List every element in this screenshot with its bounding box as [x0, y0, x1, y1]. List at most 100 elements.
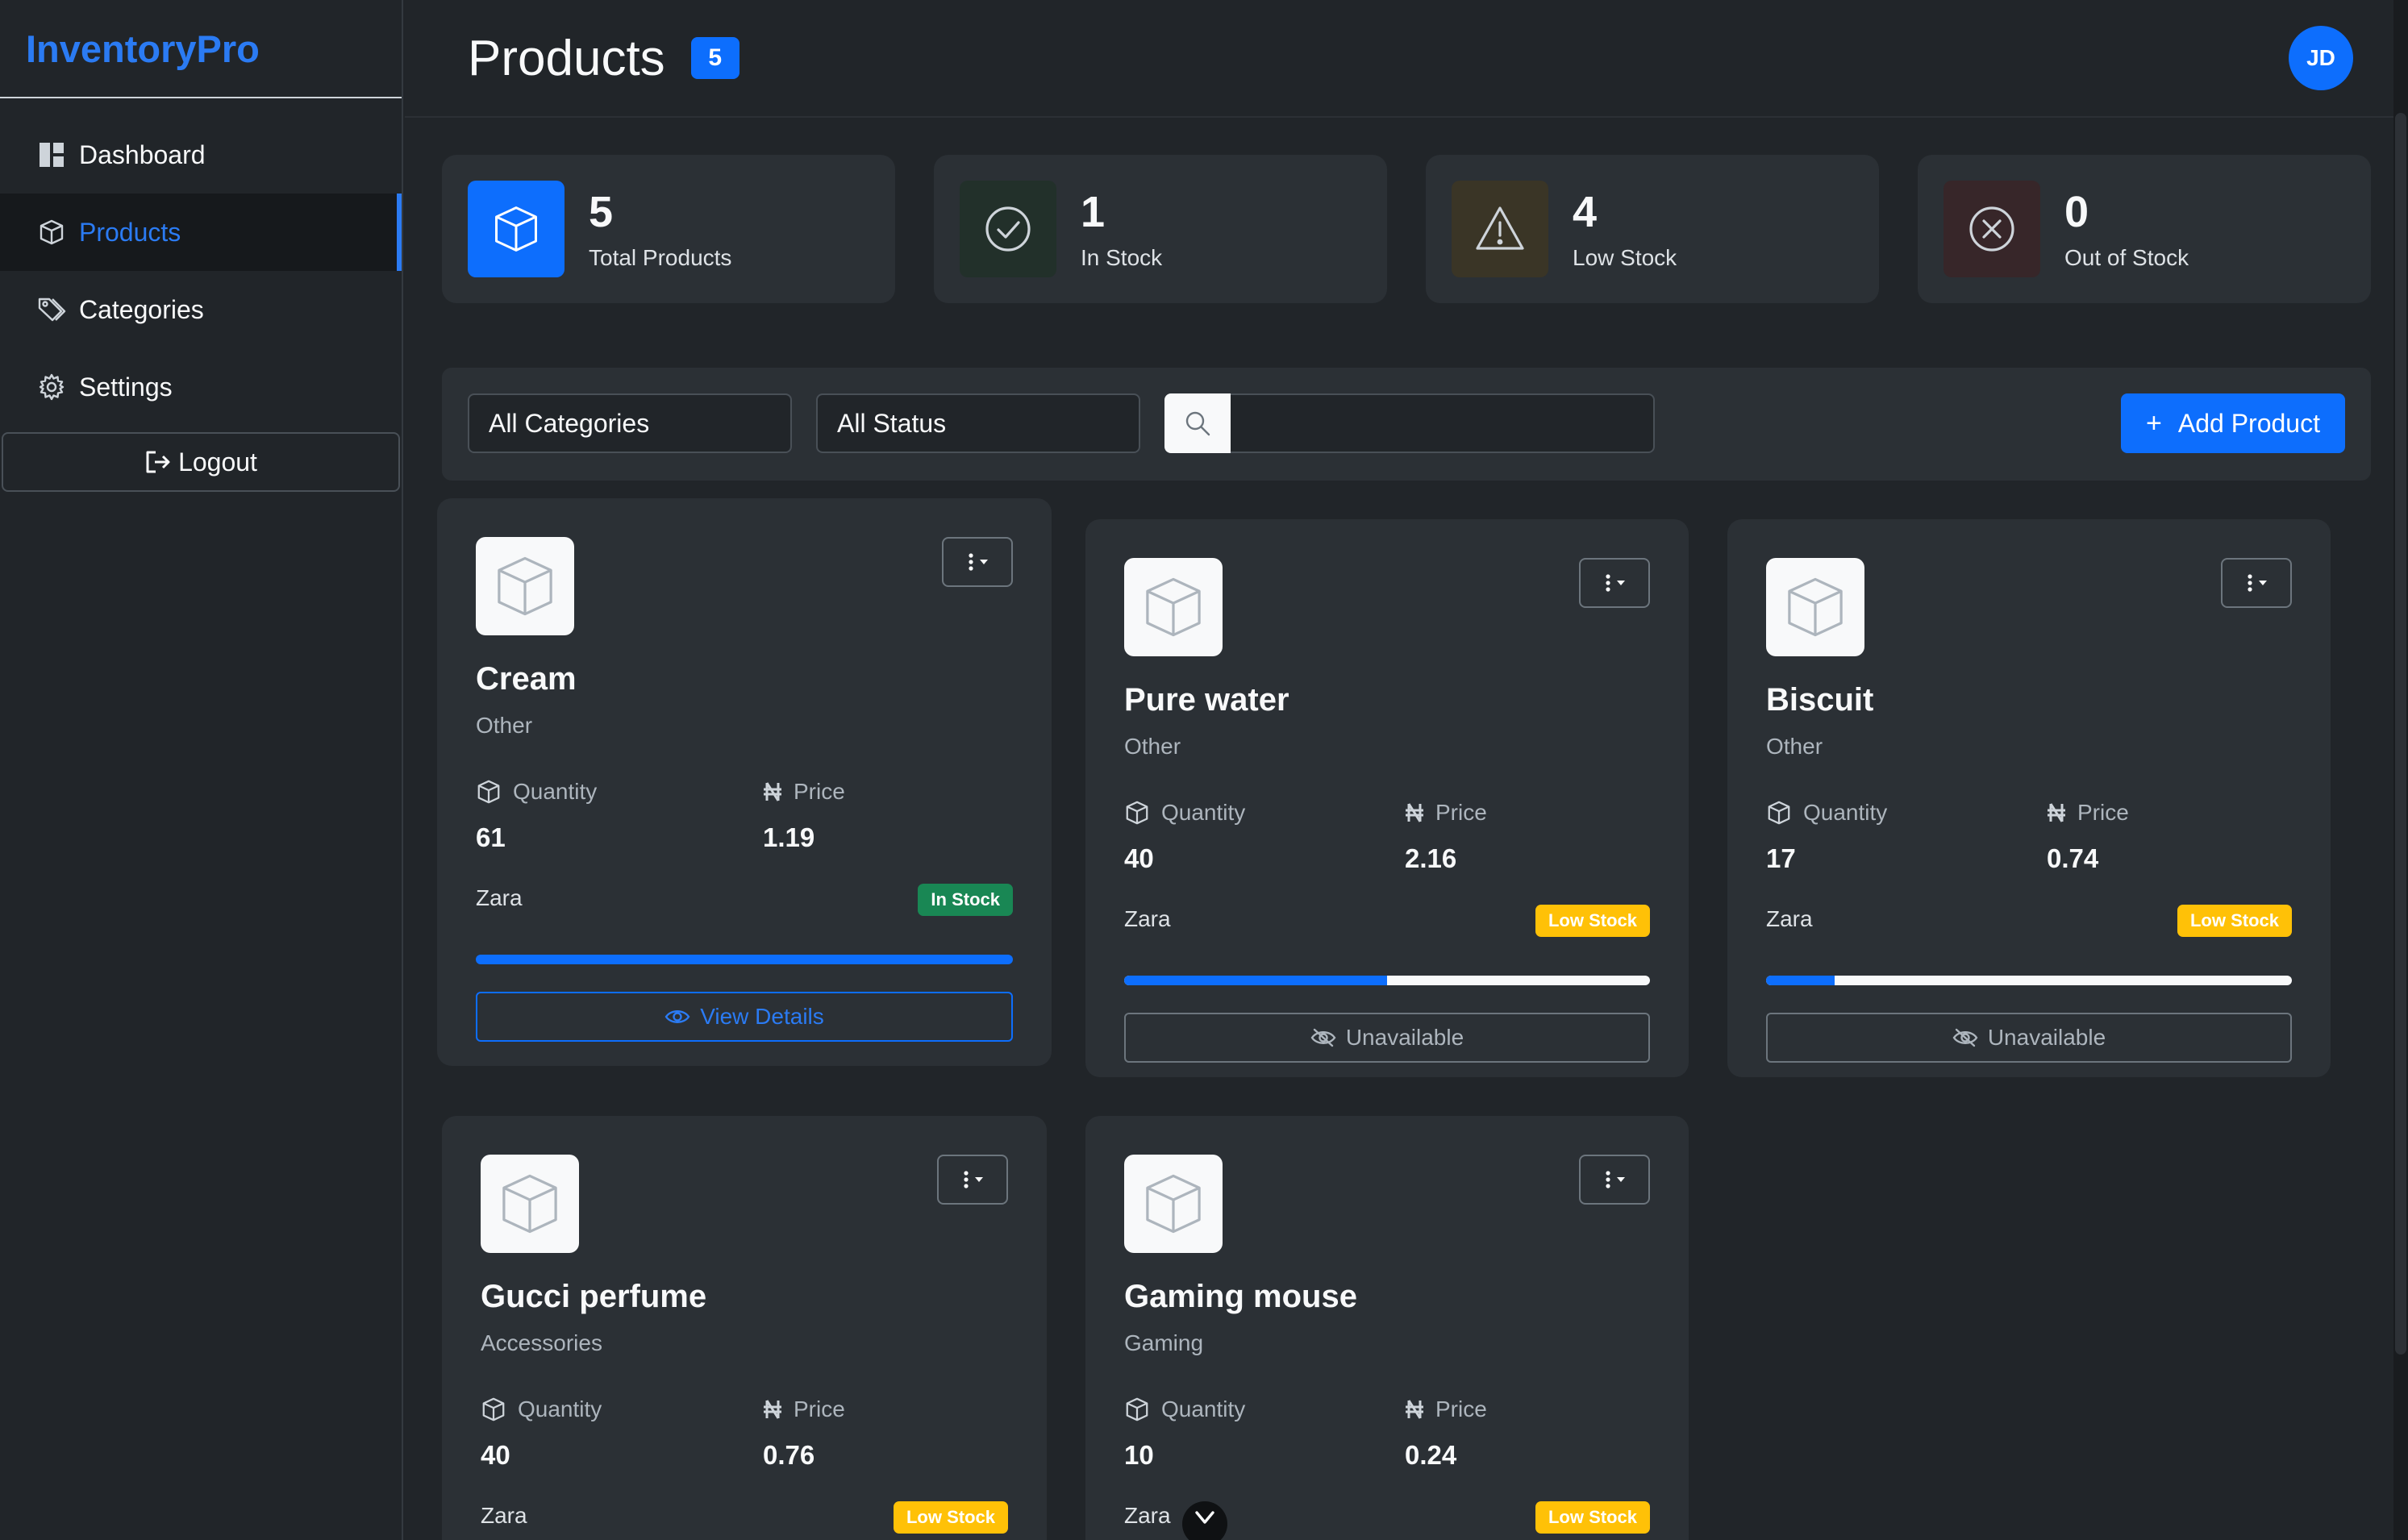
- stock-progress-fill: [1124, 976, 1387, 985]
- price-label-text: Price: [1435, 800, 1487, 825]
- avatar[interactable]: JD: [2289, 26, 2353, 90]
- category-select[interactable]: All Categories: [468, 393, 792, 453]
- search-button[interactable]: [1164, 393, 1231, 453]
- sidebar-item-label: Settings: [79, 372, 173, 402]
- search-input[interactable]: [1231, 393, 1655, 453]
- x-circle-icon: [1943, 181, 2040, 277]
- chevron-down-icon: [1193, 1508, 1217, 1527]
- quantity-value: 10: [1124, 1440, 1154, 1470]
- unavailable-button[interactable]: Unavailable: [1124, 1013, 1650, 1063]
- product-menu-button[interactable]: [2221, 558, 2292, 608]
- quantity-label-text: Quantity: [1161, 1396, 1246, 1421]
- more-vertical-icon: [961, 552, 994, 572]
- more-vertical-icon: [2240, 573, 2273, 593]
- status-badge: Low Stock: [1535, 905, 1650, 937]
- sidebar-item-products[interactable]: Products: [0, 194, 402, 271]
- search-icon: [1184, 410, 1211, 437]
- product-card: Gaming mouse Gaming Quantity 10 Price 0.…: [1085, 1116, 1689, 1540]
- scroll-down-button[interactable]: [1182, 1501, 1227, 1540]
- page-header: Products 5 JD: [405, 0, 2408, 118]
- product-category: Other: [476, 713, 533, 738]
- product-name: Gucci perfume: [481, 1279, 707, 1314]
- price-value: 0.74: [2047, 843, 2099, 873]
- dashboard-icon: [37, 140, 66, 169]
- add-product-label: Add Product: [2177, 408, 2320, 438]
- product-image: [1766, 558, 1864, 656]
- price-label-text: Price: [1435, 1396, 1487, 1421]
- price-label-text: Price: [2077, 800, 2129, 825]
- brand[interactable]: InventoryPro: [0, 0, 402, 98]
- sidebar-item-settings[interactable]: Settings: [0, 348, 402, 426]
- quantity-label-text: Quantity: [518, 1396, 602, 1421]
- quantity-label-text: Quantity: [1803, 800, 1888, 825]
- price-label: Price: [763, 779, 845, 805]
- status-select[interactable]: All Status: [816, 393, 1140, 453]
- product-category: Gaming: [1124, 1330, 1204, 1355]
- stat-value: 0: [2064, 188, 2089, 236]
- status-badge: Low Stock: [2177, 905, 2292, 937]
- brand-name: InventoryPro: [26, 27, 260, 70]
- sidebar-item-categories[interactable]: Categories: [0, 271, 402, 348]
- product-supplier: Zara: [476, 885, 523, 910]
- eye-slash-icon: [1310, 1028, 1336, 1047]
- product-menu-button[interactable]: [937, 1155, 1008, 1205]
- product-card: Pure water Other Quantity 40 Price 2.16 …: [1085, 519, 1689, 1077]
- check-circle-icon: [960, 181, 1056, 277]
- product-supplier: Zara: [1766, 906, 1813, 931]
- price-value: 2.16: [1405, 843, 1457, 873]
- logout-button[interactable]: Logout: [2, 432, 400, 492]
- price-label: Price: [763, 1396, 845, 1422]
- stat-card-out-of-stock: 0 Out of Stock: [1918, 155, 2371, 303]
- filter-bar: All Categories All Status + Add Product: [442, 368, 2371, 481]
- box-icon: [468, 181, 565, 277]
- stat-card-total: 5 Total Products: [442, 155, 895, 303]
- quantity-label: Quantity: [1766, 800, 1887, 826]
- product-supplier: Zara: [1124, 1503, 1171, 1528]
- stat-label: Out of Stock: [2064, 245, 2189, 270]
- box-icon: [1766, 800, 1792, 826]
- product-image: [1124, 558, 1223, 656]
- eye-icon: [664, 1008, 690, 1026]
- logout-icon: [144, 450, 172, 474]
- product-image: [1124, 1155, 1223, 1253]
- price-label: Price: [1405, 800, 1487, 826]
- product-menu-button[interactable]: [1579, 1155, 1650, 1205]
- warning-icon: [1452, 181, 1548, 277]
- product-card: Cream Other Quantity 61 Price 1.19 Zara …: [437, 498, 1052, 1066]
- eye-slash-icon: [1952, 1028, 1978, 1047]
- view-details-button[interactable]: View Details: [476, 992, 1013, 1042]
- price-label-text: Price: [794, 779, 845, 804]
- price-value: 0.76: [763, 1440, 815, 1470]
- product-name: Biscuit: [1766, 682, 1874, 718]
- quantity-value: 40: [1124, 843, 1154, 873]
- product-category: Other: [1124, 734, 1181, 759]
- price-label: Price: [1405, 1396, 1487, 1422]
- product-category: Accessories: [481, 1330, 602, 1355]
- sidebar-item-label: Products: [79, 217, 181, 247]
- status-badge: Low Stock: [1535, 1501, 1650, 1534]
- unavailable-label: Unavailable: [1987, 1025, 2106, 1050]
- quantity-label: Quantity: [1124, 1396, 1245, 1422]
- more-vertical-icon: [956, 1170, 989, 1189]
- add-product-button[interactable]: + Add Product: [2121, 393, 2345, 453]
- product-name: Cream: [476, 661, 577, 697]
- plus-icon: +: [2146, 407, 2162, 439]
- unavailable-button[interactable]: Unavailable: [1766, 1013, 2292, 1063]
- stock-progress-fill: [476, 955, 1013, 964]
- scrollbar-thumb[interactable]: [2395, 113, 2406, 1355]
- sidebar-item-dashboard[interactable]: Dashboard: [0, 116, 402, 194]
- price-label: Price: [2047, 800, 2129, 826]
- stat-label: Low Stock: [1573, 245, 1677, 270]
- stat-value: 1: [1081, 188, 1106, 236]
- naira-icon: [2047, 801, 2066, 824]
- quantity-value: 17: [1766, 843, 1796, 873]
- product-name: Gaming mouse: [1124, 1279, 1357, 1314]
- scrollbar[interactable]: [2393, 0, 2408, 1540]
- more-vertical-icon: [1598, 573, 1631, 593]
- product-menu-button[interactable]: [1579, 558, 1650, 608]
- unavailable-label: Unavailable: [1345, 1025, 1464, 1050]
- status-badge: In Stock: [918, 884, 1013, 916]
- sidebar-item-label: Categories: [79, 294, 204, 324]
- stock-progress-bar: [476, 955, 1013, 964]
- product-menu-button[interactable]: [942, 537, 1013, 587]
